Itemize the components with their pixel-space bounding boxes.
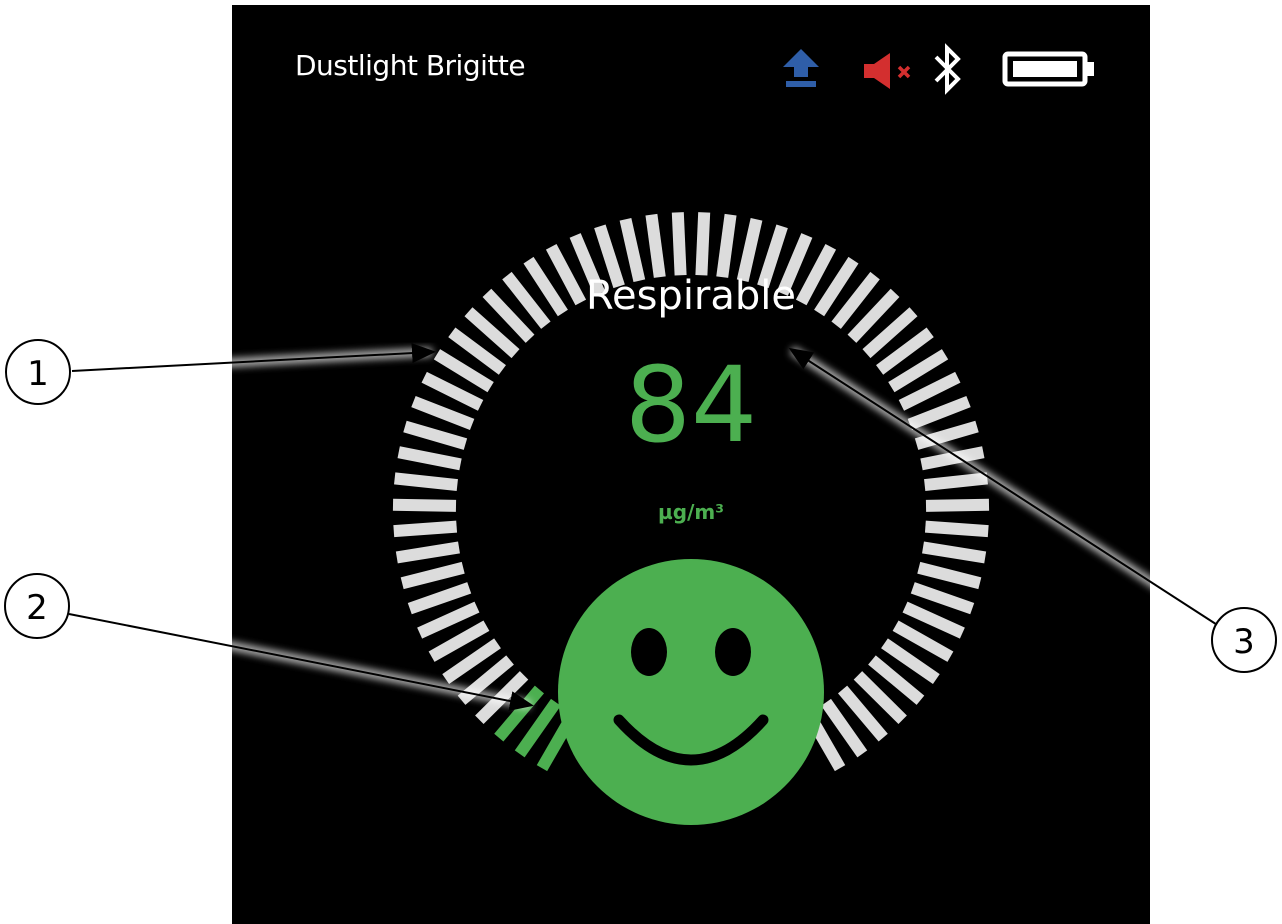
callout-2: 2 bbox=[4, 573, 534, 711]
callout-overlay: 1 2 3 bbox=[4, 339, 1277, 711]
callout-number: 2 bbox=[26, 588, 48, 628]
callout-1: 1 bbox=[5, 339, 436, 405]
callout-number: 3 bbox=[1233, 622, 1255, 662]
callout-number: 1 bbox=[27, 354, 49, 394]
annotated-device-figure: Dustlight Brigitte Respirable 84 µg/m³ 1… bbox=[0, 0, 1282, 924]
callout-3: 3 bbox=[788, 346, 1277, 673]
